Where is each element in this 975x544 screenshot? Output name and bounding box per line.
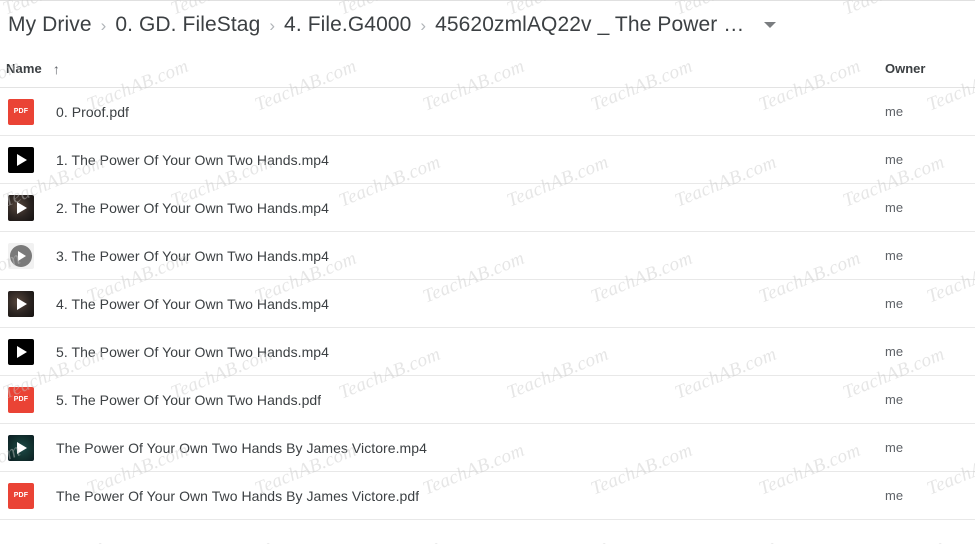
play-triangle-icon [17, 345, 27, 358]
file-owner-label: me [885, 392, 904, 407]
file-row[interactable]: 3. The Power Of Your Own Two Hands.mp4 me [0, 232, 975, 280]
file-name-label: 4. The Power Of Your Own Two Hands.mp4 [56, 295, 329, 312]
file-row[interactable]: PDF 5. The Power Of Your Own Two Hands.pd… [0, 376, 975, 424]
file-owner-label: me [885, 200, 904, 215]
file-owner-label: me [885, 248, 904, 263]
play-triangle-icon [17, 441, 27, 454]
file-name-label: 2. The Power Of Your Own Two Hands.mp4 [56, 199, 329, 216]
pdf-icon: PDF [8, 386, 34, 413]
pdf-icon: PDF [8, 482, 34, 509]
file-row[interactable]: The Power Of Your Own Two Hands By James… [0, 424, 975, 472]
play-triangle-icon [17, 297, 27, 310]
file-name-cell: 2. The Power Of Your Own Two Hands.mp4 [0, 194, 857, 221]
file-owner-label: me [885, 296, 904, 311]
watermark-text: TeachAB.com [840, 536, 948, 544]
breadcrumb-separator-icon: › [420, 15, 427, 35]
file-name-cell: The Power Of Your Own Two Hands By James… [0, 434, 857, 461]
video-play-icon [8, 194, 34, 221]
chevron-down-icon[interactable] [764, 22, 777, 28]
file-row[interactable]: 5. The Power Of Your Own Two Hands.mp4 me [0, 328, 975, 376]
column-header-owner[interactable]: Owner [857, 61, 975, 76]
watermark-text: TeachAB.com [504, 536, 612, 544]
breadcrumb-item-3[interactable]: 45620zmlAQ22v _ The Power … [435, 13, 744, 37]
file-name-label: 0. Proof.pdf [56, 103, 129, 120]
file-owner-label: me [885, 152, 904, 167]
play-triangle-icon [17, 153, 27, 166]
breadcrumb-item-0[interactable]: My Drive [8, 13, 92, 37]
play-triangle-icon [17, 201, 27, 214]
watermark-text: TeachAB.com [672, 536, 780, 544]
file-name-label: 1. The Power Of Your Own Two Hands.mp4 [56, 151, 329, 168]
pdf-icon-label: PDF [13, 396, 29, 403]
file-name-cell: 3. The Power Of Your Own Two Hands.mp4 [0, 242, 857, 269]
watermark-text: TeachAB.com [336, 536, 444, 544]
sort-ascending-arrow-icon[interactable]: ↑ [53, 62, 60, 76]
video-play-icon [8, 242, 34, 269]
file-row[interactable]: PDF 0. Proof.pdf me [0, 88, 975, 136]
list-column-headers: Name ↑ Owner [0, 50, 975, 88]
file-name-cell: 4. The Power Of Your Own Two Hands.mp4 [0, 290, 857, 317]
breadcrumb: My Drive › 0. GD. FileStag › 4. File.G4000 › 4… [0, 0, 975, 50]
file-name-label: The Power Of Your Own Two Hands By James… [56, 439, 427, 456]
file-name-label: The Power Of Your Own Two Hands By James… [56, 487, 420, 504]
play-circle [10, 244, 32, 267]
file-owner-label: me [885, 440, 904, 455]
video-play-icon [8, 290, 34, 317]
breadcrumb-item-1[interactable]: 0. GD. FileStag [115, 13, 260, 37]
file-name-label: 3. The Power Of Your Own Two Hands.mp4 [56, 247, 329, 264]
pdf-icon-label: PDF [13, 108, 29, 115]
file-name-label: 5. The Power Of Your Own Two Hands.pdf [56, 391, 322, 408]
file-name-cell: 1. The Power Of Your Own Two Hands.mp4 [0, 146, 857, 173]
file-owner-label: me [885, 104, 904, 119]
file-name-cell: 5. The Power Of Your Own Two Hands.mp4 [0, 338, 857, 365]
file-row[interactable]: PDF The Power Of Your Own Two Hands By Ja… [0, 472, 975, 520]
file-name-cell: PDF The Power Of Your Own Two Hands By Ja… [0, 482, 857, 509]
file-owner-label: me [885, 488, 904, 503]
column-header-name-label: Name [6, 61, 42, 76]
watermark-text: TeachAB.com [168, 536, 276, 544]
file-row[interactable]: 1. The Power Of Your Own Two Hands.mp4 me [0, 136, 975, 184]
breadcrumb-item-2[interactable]: 4. File.G4000 [284, 13, 411, 37]
breadcrumb-separator-icon: › [269, 15, 276, 35]
file-row[interactable]: 4. The Power Of Your Own Two Hands.mp4 me [0, 280, 975, 328]
file-list: PDF 0. Proof.pdf me 1. The Power Of Your Ow… [0, 88, 975, 520]
pdf-icon: PDF [8, 98, 34, 125]
file-owner-label: me [885, 344, 904, 359]
file-row[interactable]: 2. The Power Of Your Own Two Hands.mp4 me [0, 184, 975, 232]
video-play-icon [8, 434, 34, 461]
video-play-icon [8, 338, 34, 365]
column-header-name[interactable]: Name ↑ [0, 61, 857, 76]
file-name-label: 5. The Power Of Your Own Two Hands.mp4 [56, 343, 329, 360]
breadcrumb-separator-icon: › [100, 15, 107, 35]
play-triangle-icon [18, 250, 26, 261]
file-name-cell: PDF 0. Proof.pdf [0, 98, 857, 125]
video-play-icon [8, 146, 34, 173]
pdf-icon-label: PDF [13, 492, 29, 499]
file-name-cell: PDF 5. The Power Of Your Own Two Hands.pd… [0, 386, 857, 413]
watermark-text: TeachAB.com [0, 536, 108, 544]
